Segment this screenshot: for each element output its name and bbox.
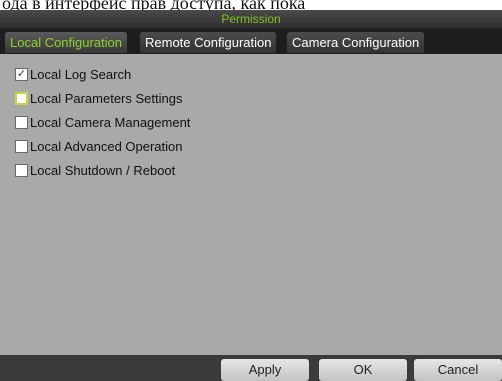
checkbox[interactable] (15, 163, 28, 177)
permission-dialog: Permission Local Configuration Remote Co… (0, 10, 502, 381)
permission-label: Local Camera Management (30, 114, 191, 130)
dialog-title: Permission (0, 10, 502, 28)
tab-local-configuration[interactable]: Local Configuration (5, 32, 128, 53)
checkbox[interactable]: ✓ (15, 67, 28, 81)
button-bar: Apply OK Cancel (0, 355, 502, 381)
permission-list: ✓ Local Log Search Local Parameters Sett… (10, 54, 492, 356)
permission-label: Local Parameters Settings (30, 90, 183, 106)
permission-label: Local Shutdown / Reboot (30, 162, 176, 178)
checkbox[interactable] (15, 115, 28, 129)
checkbox[interactable] (15, 91, 28, 105)
permission-item-local-shutdown-reboot[interactable]: Local Shutdown / Reboot (15, 161, 175, 179)
ok-button[interactable]: OK (319, 359, 407, 381)
cancel-button[interactable]: Cancel (414, 359, 502, 381)
checkbox[interactable] (15, 139, 28, 153)
permission-item-local-log-search[interactable]: ✓ Local Log Search (15, 65, 131, 83)
permission-label: Local Advanced Operation (30, 138, 183, 154)
apply-button[interactable]: Apply (221, 359, 309, 381)
permission-item-local-camera-management[interactable]: Local Camera Management (15, 113, 190, 131)
permission-item-local-advanced-operation[interactable]: Local Advanced Operation (15, 137, 183, 155)
tab-bar: Local Configuration Remote Configuration… (0, 28, 502, 54)
tab-remote-configuration[interactable]: Remote Configuration (140, 32, 277, 53)
tab-camera-configuration[interactable]: Camera Configuration (287, 32, 425, 53)
document-text: ода в интерфейс прав доступа, как пока (2, 0, 306, 10)
permission-label: Local Log Search (30, 66, 132, 82)
permission-item-local-parameters-settings[interactable]: Local Parameters Settings (15, 89, 182, 107)
